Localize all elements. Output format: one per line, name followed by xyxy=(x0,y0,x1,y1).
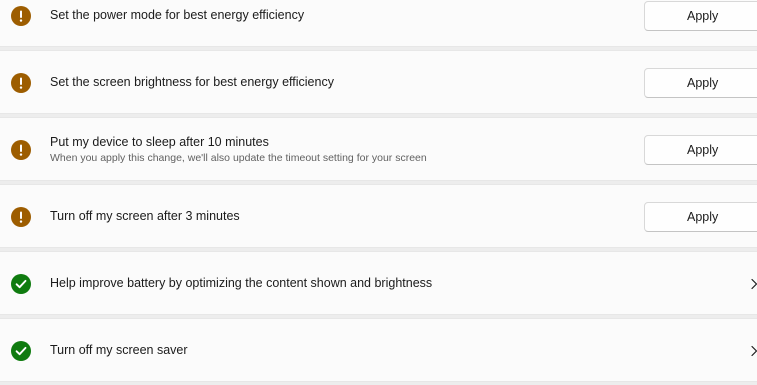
recommendation-text: Put my device to sleep after 10 minutes … xyxy=(50,118,427,180)
recommendation-title: Turn off my screen after 3 minutes xyxy=(50,209,240,223)
checkmark-icon xyxy=(11,274,31,294)
recommendation-title: Put my device to sleep after 10 minutes xyxy=(50,134,269,149)
apply-button[interactable]: Apply xyxy=(644,68,757,98)
recommendation-title: Help improve battery by optimizing the c… xyxy=(50,276,433,290)
apply-button[interactable]: Apply xyxy=(644,202,757,232)
recommendation-title: Set the power mode for best energy effic… xyxy=(50,8,305,22)
warning-icon xyxy=(11,207,31,227)
recommendation-title: Set the screen brightness for best energ… xyxy=(50,75,334,89)
apply-button[interactable]: Apply xyxy=(644,1,757,31)
recommendation-row-screen-timeout: Turn off my screen after 3 minutes Apply xyxy=(0,184,757,248)
warning-icon xyxy=(11,6,31,26)
chevron-right-icon[interactable] xyxy=(749,344,757,358)
recommendation-text: Help improve battery by optimizing the c… xyxy=(50,252,432,314)
recommendation-text: Turn off my screen after 3 minutes xyxy=(50,185,240,247)
recommendation-row-power-mode: Set the power mode for best energy effic… xyxy=(0,0,757,47)
recommendation-title: Turn off my screen saver xyxy=(50,343,188,357)
apply-button[interactable]: Apply xyxy=(644,135,757,165)
warning-icon xyxy=(11,73,31,93)
chevron-right-icon[interactable] xyxy=(749,277,757,291)
recommendation-text: Set the power mode for best energy effic… xyxy=(50,0,304,46)
recommendation-text: Turn off my screen saver xyxy=(50,319,188,381)
recommendation-row-content-brightness[interactable]: Help improve battery by optimizing the c… xyxy=(0,251,757,315)
recommendation-description: When you apply this change, we'll also u… xyxy=(50,151,427,164)
recommendation-row-screen-saver[interactable]: Turn off my screen saver xyxy=(0,318,757,382)
checkmark-icon xyxy=(11,341,31,361)
recommendation-text: Set the screen brightness for best energ… xyxy=(50,51,334,113)
energy-recommendations-list: Set the power mode for best energy effic… xyxy=(0,0,757,385)
warning-icon xyxy=(11,140,31,160)
recommendation-row-screen-brightness: Set the screen brightness for best energ… xyxy=(0,50,757,114)
recommendation-row-sleep-timeout: Put my device to sleep after 10 minutes … xyxy=(0,117,757,181)
